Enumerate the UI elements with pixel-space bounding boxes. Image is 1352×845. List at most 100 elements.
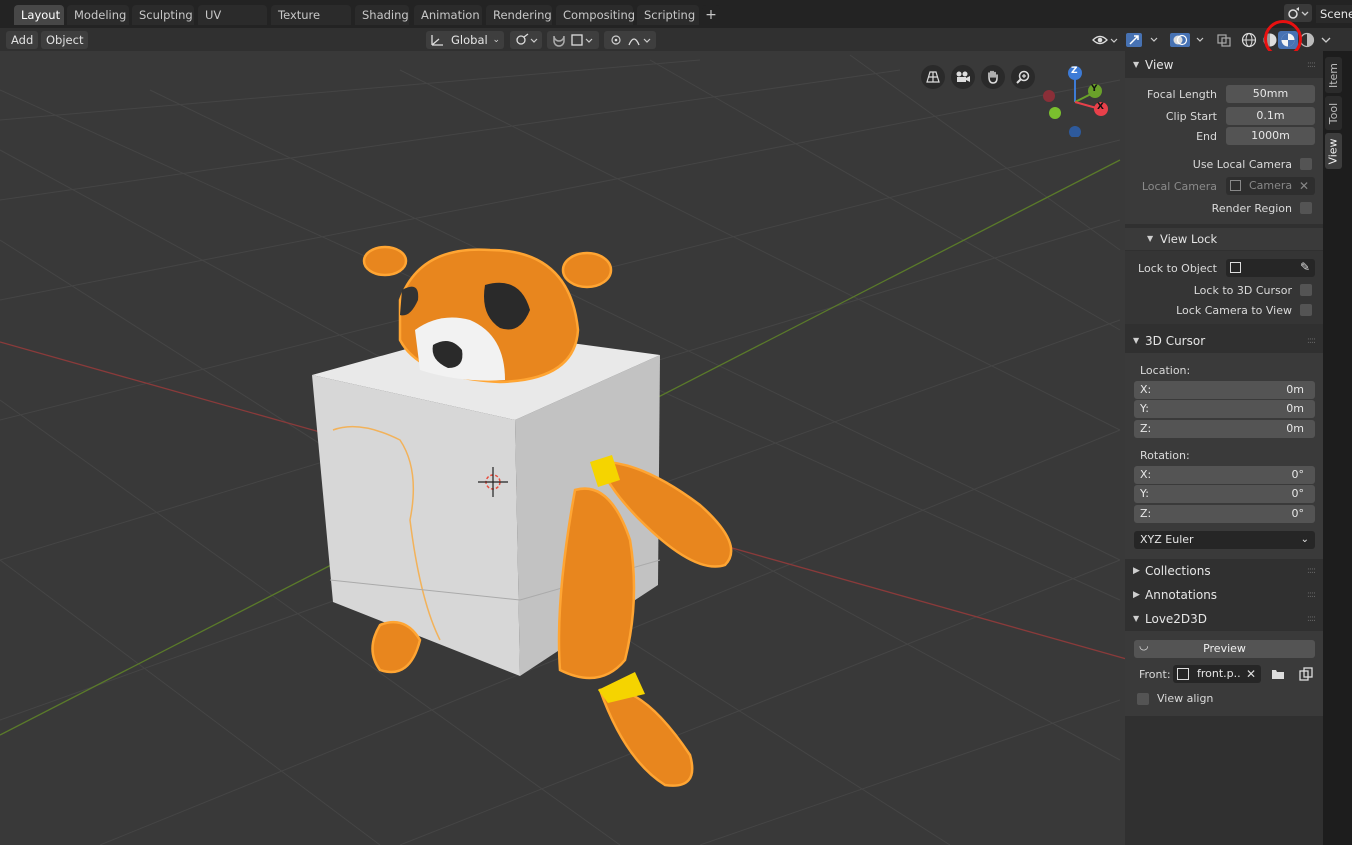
rotation-mode-dropdown[interactable]: XYZ Euler ⌄ [1134,531,1315,549]
shading-options-chevron-icon[interactable] [1318,31,1334,49]
orientation-label: Global [451,33,488,47]
tab-animation[interactable]: Animation [414,5,482,25]
orientation-axes-icon [431,35,443,46]
use-local-camera-checkbox[interactable] [1300,158,1312,170]
front-image-field[interactable]: front.p.. ✕ [1173,665,1261,683]
clip-end-field[interactable]: 1000m [1226,127,1315,145]
chevron-down-icon: ⌄ [1300,534,1309,545]
view-lock-title: View Lock [1160,232,1218,246]
object-menu[interactable]: Object [41,31,89,49]
object-icon [1230,262,1241,273]
sidebar-tab-item[interactable]: Item [1325,57,1342,93]
3d-cursor-title: 3D Cursor [1145,334,1206,348]
sidebar-tab-view[interactable]: View [1325,133,1342,169]
lock-to-3d-cursor-checkbox[interactable] [1300,284,1312,296]
local-camera-field[interactable]: Camera ✕ [1226,177,1315,195]
view-lock-header[interactable]: ▼ View Lock [1125,228,1323,250]
rotation-x-field[interactable]: X: 0° [1134,466,1315,484]
lock-to-object-field[interactable]: ✎ [1226,259,1315,277]
tab-texture-paint[interactable]: Texture Paint [271,5,351,42]
rotation-y-field[interactable]: Y: 0° [1134,485,1315,503]
duplicate-copy-icon[interactable] [1296,665,1316,683]
love2d3d-header[interactable]: ▼ Love2D3D :::: [1125,608,1323,630]
add-workspace-button[interactable]: + [702,5,720,25]
gizmo-toggle-icon[interactable] [1124,31,1162,49]
drag-grip-icon[interactable]: :::: [1307,330,1316,352]
view-align-checkbox[interactable] [1137,693,1149,705]
pivot-icon [516,33,538,45]
use-local-camera-label: Use Local Camera [1192,158,1292,171]
preview-button[interactable]: ◡ Preview [1134,639,1315,658]
lock-to-object-label: Lock to Object [1138,262,1217,275]
collapsed-triangle-icon: ▶ [1133,590,1140,600]
location-z-field[interactable]: Z: 0m [1134,420,1315,438]
sidebar-tab-tool[interactable]: Tool [1325,96,1342,130]
overlays-icon[interactable] [1168,31,1208,49]
eyedropper-icon[interactable]: ✎ [1300,260,1310,274]
rotation-z-field[interactable]: Z: 0° [1134,505,1315,523]
expanded-triangle-icon: ▼ [1133,614,1140,623]
drag-grip-icon[interactable]: :::: [1307,54,1316,76]
view-panel-title: View [1145,58,1174,72]
add-menu[interactable]: Add [6,31,39,49]
love2d3d-title: Love2D3D [1145,612,1208,626]
proportional-editing-toggle[interactable] [604,31,656,49]
local-camera-label: Local Camera [1141,180,1217,193]
camera-object-icon [1230,180,1241,191]
clear-x-icon[interactable]: ✕ [1299,177,1309,195]
drag-grip-icon[interactable]: :::: [1307,584,1316,606]
magnet-icon [553,34,593,47]
expanded-triangle-icon: ▼ [1147,234,1154,243]
tab-layout[interactable]: Layout [14,5,64,25]
location-y-field[interactable]: Y: 0m [1134,400,1315,418]
collections-header[interactable]: ▶ Collections :::: [1125,560,1323,582]
focal-length-field[interactable]: 50mm [1226,85,1315,103]
annotations-header[interactable]: ▶ Annotations :::: [1125,584,1323,606]
grid-view-icon[interactable] [921,65,945,89]
preview-arc-icon: ◡ [1139,639,1149,652]
view-align-label: View align [1157,692,1214,705]
tab-uv-editing[interactable]: UV Editing [198,5,267,42]
visibility-eye-icon[interactable] [1090,31,1120,49]
3d-cursor-header[interactable]: ▼ 3D Cursor :::: [1125,330,1323,352]
drag-grip-icon[interactable]: :::: [1307,560,1316,582]
annotations-title: Annotations [1145,588,1218,602]
expanded-triangle-icon: ▼ [1133,60,1140,69]
scene-selector-icon[interactable] [1284,4,1312,22]
clip-start-field[interactable]: 0.1m [1226,107,1315,125]
gizmo-x-label: X [1097,102,1104,112]
tab-sculpting[interactable]: Sculpting [132,5,194,25]
scene-name[interactable]: Scene [1316,5,1352,23]
lock-to-3d-cursor-label: Lock to 3D Cursor [1193,284,1292,297]
tab-shading[interactable]: Shading [355,5,409,25]
tab-scripting[interactable]: Scripting [637,5,699,25]
chevron-down-icon: ⌄ [492,35,500,45]
zoom-magnifier-icon[interactable] [1011,65,1035,89]
expanded-triangle-icon: ▼ [1133,336,1140,345]
pivot-point-dropdown[interactable] [510,31,542,49]
render-region-checkbox[interactable] [1300,202,1312,214]
xray-toggle-icon[interactable] [1214,31,1234,49]
sidebar-tab-strip [1323,51,1352,845]
location-x-field[interactable]: X: 0m [1134,381,1315,399]
navigation-gizmo[interactable]: Z Y X [1040,65,1112,137]
view-panel-header[interactable]: ▼ View :::: [1125,54,1323,76]
local-camera-value: Camera [1249,179,1293,192]
focal-length-label: Focal Length [1147,88,1217,101]
snapping-toggle[interactable] [547,31,599,49]
pan-hand-icon[interactable] [981,65,1005,89]
tab-rendering[interactable]: Rendering [486,5,552,25]
transform-orientation-dropdown[interactable]: Global ⌄ [426,31,504,49]
tab-compositing[interactable]: Compositing [556,5,635,25]
clear-x-icon[interactable]: ✕ [1246,665,1256,683]
proportional-icon [611,35,651,46]
wireframe-shading-icon[interactable] [1239,31,1259,49]
collapsed-triangle-icon: ▶ [1133,566,1140,576]
drag-grip-icon[interactable]: :::: [1307,608,1316,630]
lock-camera-to-view-checkbox[interactable] [1300,304,1312,316]
folder-open-icon[interactable] [1268,665,1288,683]
camera-view-icon[interactable] [951,65,975,89]
tab-modeling[interactable]: Modeling [67,5,129,25]
location-label: Location: [1140,364,1191,377]
collections-title: Collections [1145,564,1211,578]
